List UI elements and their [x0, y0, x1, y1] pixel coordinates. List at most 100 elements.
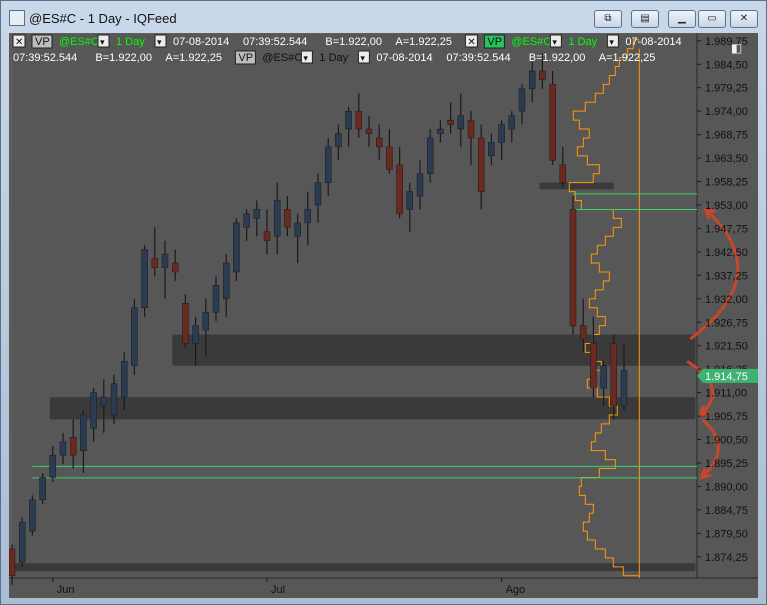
y-tick-label: 1.958,25 [705, 177, 748, 189]
y-tick-label: 1.947,75 [705, 223, 748, 235]
candle-body[interactable] [151, 258, 159, 268]
candle-body[interactable] [120, 361, 128, 398]
candle-body[interactable] [222, 262, 230, 300]
minimize-button[interactable]: ▁ [668, 10, 696, 28]
title-bar[interactable]: @ES#C - 1 Day - IQFeed ⧉ ▤ ▁ ▭ ✕ [1, 1, 766, 33]
candle-body[interactable] [447, 119, 454, 125]
close-icon: ✕ [739, 13, 749, 24]
chart-window: @ES#C - 1 Day - IQFeed ⧉ ▤ ▁ ▭ ✕ 1.989,7… [0, 0, 767, 605]
candle-body[interactable] [345, 110, 352, 130]
price-chart[interactable]: 1.989,751.984,501.979,251.974,001.968,75… [9, 33, 758, 598]
candle-body[interactable] [355, 110, 363, 130]
candle-body[interactable] [477, 137, 485, 192]
legend-text: 07:39:52.544 [243, 36, 307, 48]
toolbar-toggle-button[interactable]: ▤ [631, 10, 659, 28]
candle-body[interactable] [273, 200, 281, 237]
candle-body[interactable] [569, 209, 577, 326]
y-tick-label: 1.874,25 [705, 552, 748, 564]
minimize-icon: ▁ [678, 13, 686, 24]
candle-body[interactable] [467, 119, 475, 139]
candle-body[interactable] [314, 182, 322, 206]
candle-body[interactable] [610, 343, 618, 407]
candle-body[interactable] [110, 383, 118, 416]
candle-body[interactable] [386, 146, 393, 170]
candle-body[interactable] [253, 209, 261, 219]
candle-body[interactable] [90, 392, 97, 429]
candle-body[interactable] [9, 548, 16, 577]
candle-body[interactable] [528, 70, 536, 90]
candle-body[interactable] [518, 88, 526, 112]
candle-body[interactable] [192, 325, 199, 344]
candle-body[interactable] [233, 222, 240, 273]
candle-body[interactable] [437, 128, 444, 134]
legend-close-icon: ✕ [15, 37, 23, 48]
candle-body[interactable] [549, 84, 556, 161]
y-tick-label: 1.968,75 [705, 130, 748, 142]
candle-body[interactable] [161, 253, 169, 268]
candle-body[interactable] [39, 477, 46, 501]
candle-body[interactable] [80, 414, 87, 451]
candle-body[interactable] [243, 213, 250, 228]
candle-body[interactable] [406, 191, 414, 210]
candle-body[interactable] [416, 173, 424, 197]
restore-icon: ▭ [707, 13, 717, 24]
candle-body[interactable] [171, 262, 179, 273]
candle-body[interactable] [539, 70, 546, 81]
candle-body[interactable] [335, 133, 342, 148]
candle-body[interactable] [559, 164, 567, 183]
legend-text: A=1.922,25 [395, 36, 452, 48]
candle-body[interactable] [426, 137, 434, 174]
legend-text: B=1.922,00 [325, 36, 382, 48]
y-tick-label: 1.984,50 [705, 59, 748, 71]
x-tick-label: Jun [57, 584, 75, 596]
candle-body[interactable] [131, 307, 138, 367]
candle-body[interactable] [620, 370, 628, 407]
candle-body[interactable] [324, 146, 332, 183]
candle-body[interactable] [263, 231, 271, 241]
chevron-down-icon: ▾ [100, 37, 105, 47]
candle-body[interactable] [100, 396, 108, 407]
candle-body[interactable] [375, 137, 383, 148]
candle-body[interactable] [488, 142, 495, 157]
restore-button[interactable]: ▭ [698, 10, 726, 28]
y-tick-label: 1.953,00 [705, 200, 748, 212]
y-tick-label: 1.900,50 [705, 435, 748, 447]
candle-body[interactable] [498, 124, 505, 143]
sync-link-button[interactable]: ⧉ [594, 10, 622, 28]
candle-body[interactable] [508, 115, 516, 130]
candle-body[interactable] [457, 115, 465, 130]
window-title: @ES#C - 1 Day - IQFeed [29, 11, 177, 26]
split-panel-icon[interactable]: ◧ [731, 41, 742, 55]
legend-text: 07:39:52.544 [446, 52, 510, 64]
y-tick-label: 1.884,75 [705, 505, 748, 517]
chevron-down-icon: ▾ [552, 37, 557, 47]
y-tick-label: 1.911,00 [705, 388, 747, 400]
candle-body[interactable] [396, 164, 403, 215]
legend-text: @ES#C [59, 36, 99, 48]
candle-body[interactable] [69, 437, 77, 456]
candle-body[interactable] [202, 311, 210, 331]
support-zone [539, 182, 614, 190]
toolbar-icon: ▤ [640, 13, 650, 24]
legend-text: B=1.922,00 [529, 52, 586, 64]
y-tick-label: 1.932,00 [705, 294, 748, 306]
candle-body[interactable] [49, 454, 57, 478]
candle-body[interactable] [59, 441, 67, 456]
candle-body[interactable] [294, 222, 301, 237]
close-button[interactable]: ✕ [730, 10, 758, 28]
legend-text: A=1.922,25 [165, 52, 222, 64]
candle-body[interactable] [365, 128, 373, 134]
candle-body[interactable] [212, 285, 220, 313]
y-tick-label: 1.937,25 [705, 270, 748, 282]
candle-body[interactable] [18, 521, 26, 563]
legend-text: 07-08-2014 [625, 36, 681, 48]
candle-body[interactable] [579, 325, 587, 340]
candle-body[interactable] [304, 209, 312, 224]
candle-body[interactable] [182, 303, 189, 344]
y-tick-label: 1.979,25 [705, 83, 748, 95]
candle-body[interactable] [141, 249, 148, 308]
candle-body[interactable] [600, 365, 607, 389]
candle-body[interactable] [590, 343, 597, 389]
candle-body[interactable] [284, 209, 291, 228]
candle-body[interactable] [29, 499, 36, 532]
